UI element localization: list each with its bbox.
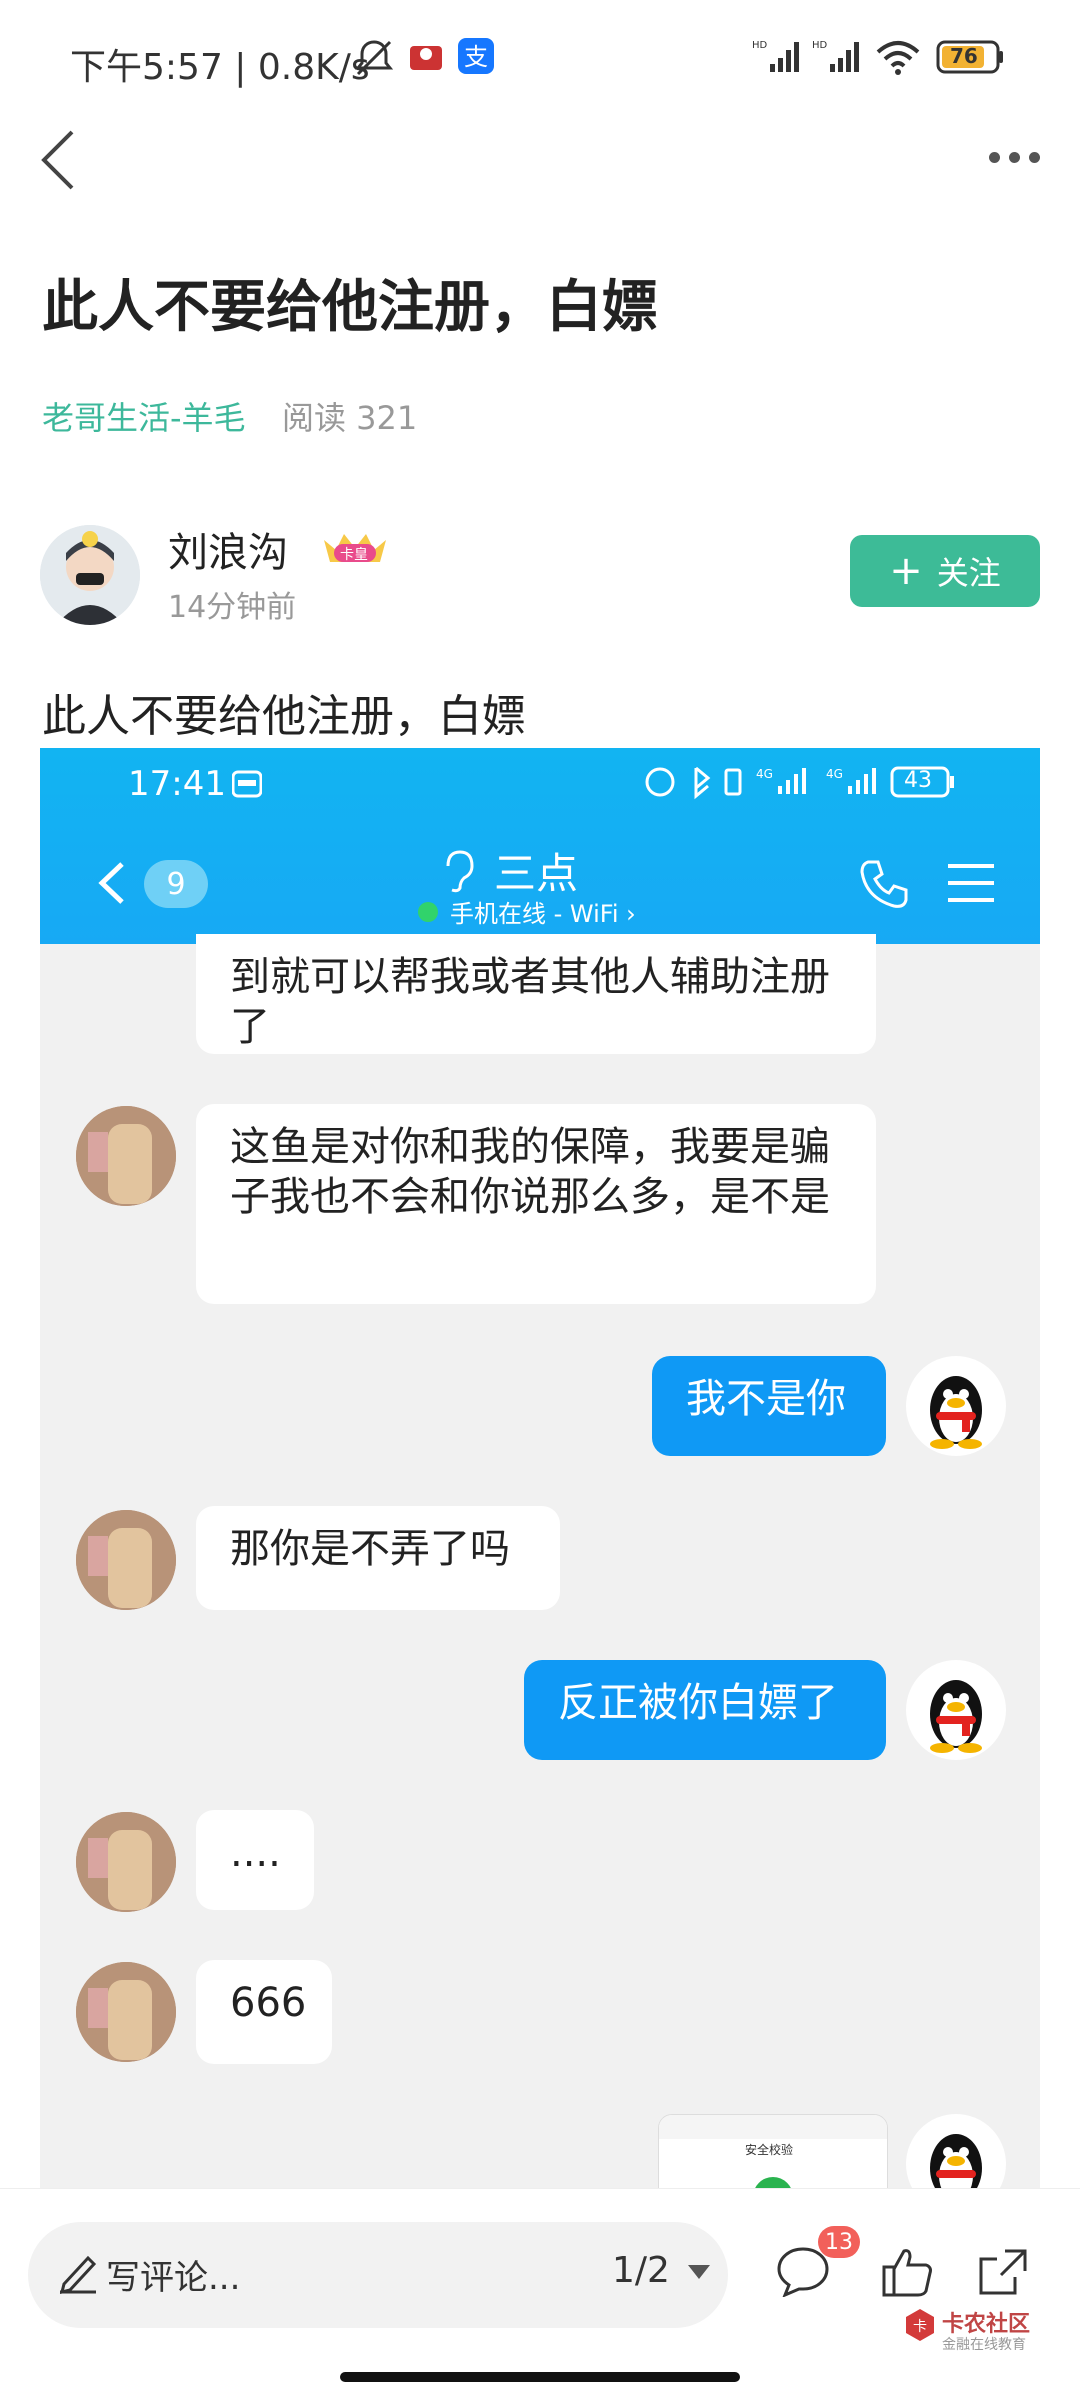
post-title: 此人不要给他注册，白嫖	[42, 275, 658, 340]
post-image[interactable]: 17:41 4G 4G 43 9 三点 手机在线 - WiFi › 到就可以帮我…	[40, 748, 1040, 2188]
wifi-icon	[874, 38, 922, 80]
post-body: 此人不要给他注册，白嫖	[42, 691, 526, 742]
svg-text:支: 支	[464, 43, 488, 71]
pen-icon	[58, 2250, 98, 2295]
shot-battery: 43	[904, 768, 932, 793]
follow-button[interactable]: + 关注	[850, 535, 1040, 607]
crown-badge-icon: 卡皇	[320, 528, 390, 568]
svg-text:卡: 卡	[913, 2319, 927, 2335]
message-bubble: 666	[196, 1960, 332, 2064]
comment-placeholder[interactable]: 写评论...	[106, 2250, 240, 2299]
shot-notify-icon	[231, 770, 263, 802]
qq-penguin-avatar	[906, 1356, 1006, 1456]
message-bubble: 到就可以帮我或者其他人辅助注册了	[196, 934, 876, 1054]
post-category[interactable]: 老哥生活-羊毛	[42, 393, 246, 439]
app-notification-icon	[408, 38, 444, 78]
chat-back-icon	[92, 858, 132, 908]
message-bubble: ....	[196, 1810, 314, 1910]
message-bubble: 那你是不弄了吗	[196, 1506, 560, 1610]
menu-icon	[946, 860, 996, 906]
online-dot-icon	[418, 902, 438, 922]
phone-icon	[856, 856, 912, 912]
thumb-title: 安全校验	[745, 2143, 794, 2157]
message-bubble-me: 反正被你白嫖了	[524, 1660, 886, 1760]
svg-text:4G: 4G	[756, 767, 773, 781]
unread-badge: 9	[144, 860, 208, 908]
image-message-thumbnail: 安全校验	[658, 2114, 888, 2188]
shot-status-icons: 4G 4G	[640, 762, 1000, 802]
shot-time: 17:41	[128, 764, 226, 804]
svg-text:4G: 4G	[826, 767, 843, 781]
message-bubble-me: 我不是你	[652, 1356, 886, 1456]
battery-level: 76	[950, 44, 978, 68]
chat-header: 17:41 4G 4G 43 9 三点 手机在线 - WiFi ›	[40, 748, 1040, 944]
share-icon[interactable]	[975, 2245, 1031, 2299]
svg-text:HD: HD	[812, 40, 828, 51]
signal-2-icon: HD	[812, 38, 862, 80]
message-bubble: 这鱼是对你和我的保障，我要是骗子我也不会和你说那么多，是不是	[196, 1104, 876, 1304]
watermark-subtext: 金融在线教育	[942, 2337, 1026, 2353]
mute-icon	[352, 38, 396, 82]
back-button[interactable]	[20, 120, 100, 200]
more-icon[interactable]	[975, 130, 1055, 190]
qq-penguin-avatar	[906, 1660, 1006, 1760]
contact-avatar	[76, 1106, 176, 1206]
online-status: 手机在线 - WiFi ›	[450, 900, 636, 928]
comment-count-badge: 13	[818, 2226, 860, 2258]
author-avatar[interactable]	[40, 525, 140, 625]
read-count: 阅读 321	[282, 399, 418, 437]
caret-down-icon[interactable]	[686, 2262, 712, 2282]
alipay-icon: 支	[458, 38, 494, 78]
plus-icon: +	[889, 548, 923, 594]
follow-label: 关注	[936, 554, 1001, 592]
page-indicator[interactable]: 1/2	[612, 2250, 670, 2291]
contact-avatar	[76, 1812, 176, 1912]
contact-avatar	[76, 1962, 176, 2062]
author-badge-label: 卡皇	[340, 547, 368, 563]
post-time: 14分钟前	[168, 590, 297, 625]
home-indicator[interactable]	[340, 2372, 740, 2382]
thumbs-up-icon[interactable]	[880, 2245, 936, 2299]
signal-1-icon: HD	[752, 38, 802, 80]
ear-icon	[440, 848, 476, 894]
status-time: 下午5:57 | 0.8K/s	[70, 47, 370, 88]
contact-name: 三点	[494, 849, 579, 898]
status-bar: 下午5:57 | 0.8K/s 支 HD HD 76	[0, 0, 1080, 120]
contact-avatar	[76, 1510, 176, 1610]
qq-penguin-avatar	[906, 2114, 1006, 2188]
svg-text:HD: HD	[752, 40, 768, 51]
author-name[interactable]: 刘浪沟	[168, 520, 288, 578]
